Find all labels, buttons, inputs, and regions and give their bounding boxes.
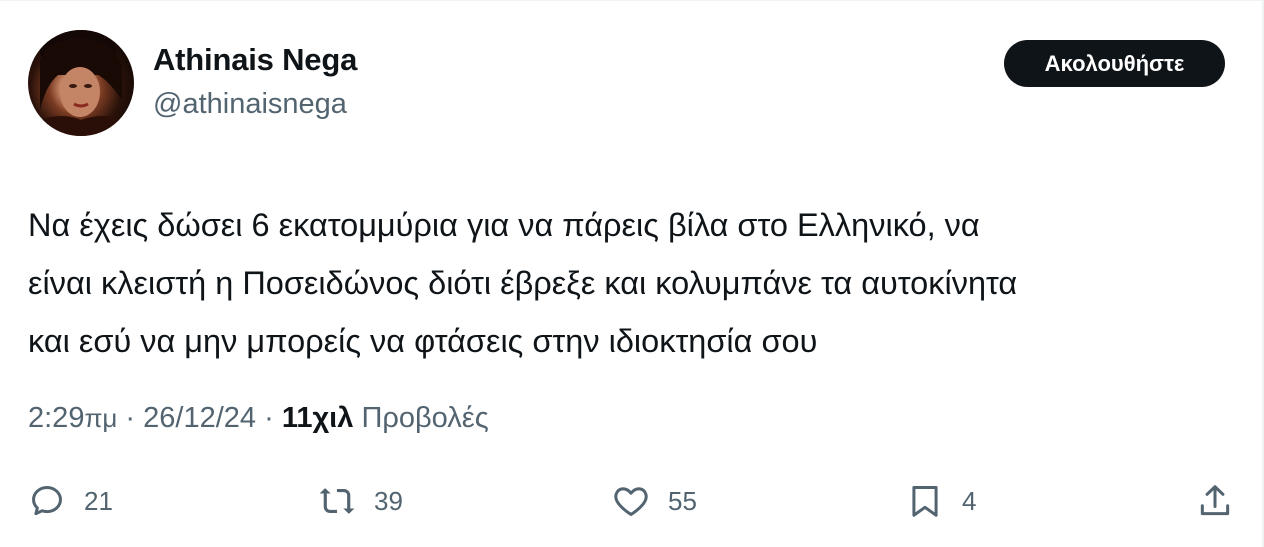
action-bar: 21 39 55 4	[0, 476, 1264, 526]
reply-count: 21	[84, 485, 113, 516]
reply-icon	[32, 486, 62, 516]
like-count: 55	[668, 485, 697, 516]
avatar[interactable]	[28, 30, 134, 136]
author-handle[interactable]: @athinaisnega	[153, 88, 347, 121]
views[interactable]: 11χιλ Προβολές	[282, 402, 489, 434]
meta-separator: ·	[256, 402, 282, 434]
avatar-image	[28, 30, 134, 136]
tweet-text-line: Να έχεις δώσει 6 εκατομμύρια για να πάρε…	[28, 207, 980, 243]
repost-icon	[319, 488, 355, 514]
reply-button[interactable]: 21	[28, 476, 113, 526]
views-count: 11χιλ	[281, 402, 354, 434]
views-label: Προβολές	[361, 402, 489, 434]
follow-button[interactable]: Ακολουθήστε	[1004, 40, 1225, 87]
tweet-text-line: είναι κλειστή η Ποσειδώνος διότι έβρεξε …	[28, 265, 1018, 301]
tweet-meta: 2:29πμ · 26/12/24 · 11χιλ Προβολές	[28, 402, 489, 435]
tweet-card: Athinais Nega @athinaisnega Ακολουθήστε …	[0, 0, 1264, 547]
bookmark-button[interactable]: 4	[906, 476, 976, 526]
like-button[interactable]: 55	[612, 476, 697, 526]
share-icon	[1200, 485, 1230, 516]
author-name[interactable]: Athinais Nega	[153, 42, 357, 78]
bookmark-icon	[912, 486, 938, 517]
tweet-text: Να έχεις δώσει 6 εκατομμύρια για να πάρε…	[28, 196, 1238, 370]
tweet-text-line: και εσύ να μην μπορείς να φτάσεις στην ι…	[28, 323, 818, 359]
heart-icon	[614, 487, 648, 516]
repost-count: 39	[374, 485, 403, 516]
meta-separator: ·	[117, 402, 144, 434]
repost-button[interactable]: 39	[318, 476, 403, 526]
divider-top	[0, 0, 1264, 1]
share-button[interactable]	[1196, 476, 1234, 526]
tweet-time: 2:29	[28, 402, 85, 434]
tweet-time-ampm: πμ	[84, 403, 118, 433]
tweet-date: 26/12/24	[143, 402, 257, 434]
tweet-timestamp[interactable]: 2:29πμ · 26/12/24	[28, 402, 256, 434]
bookmark-count: 4	[962, 485, 977, 516]
